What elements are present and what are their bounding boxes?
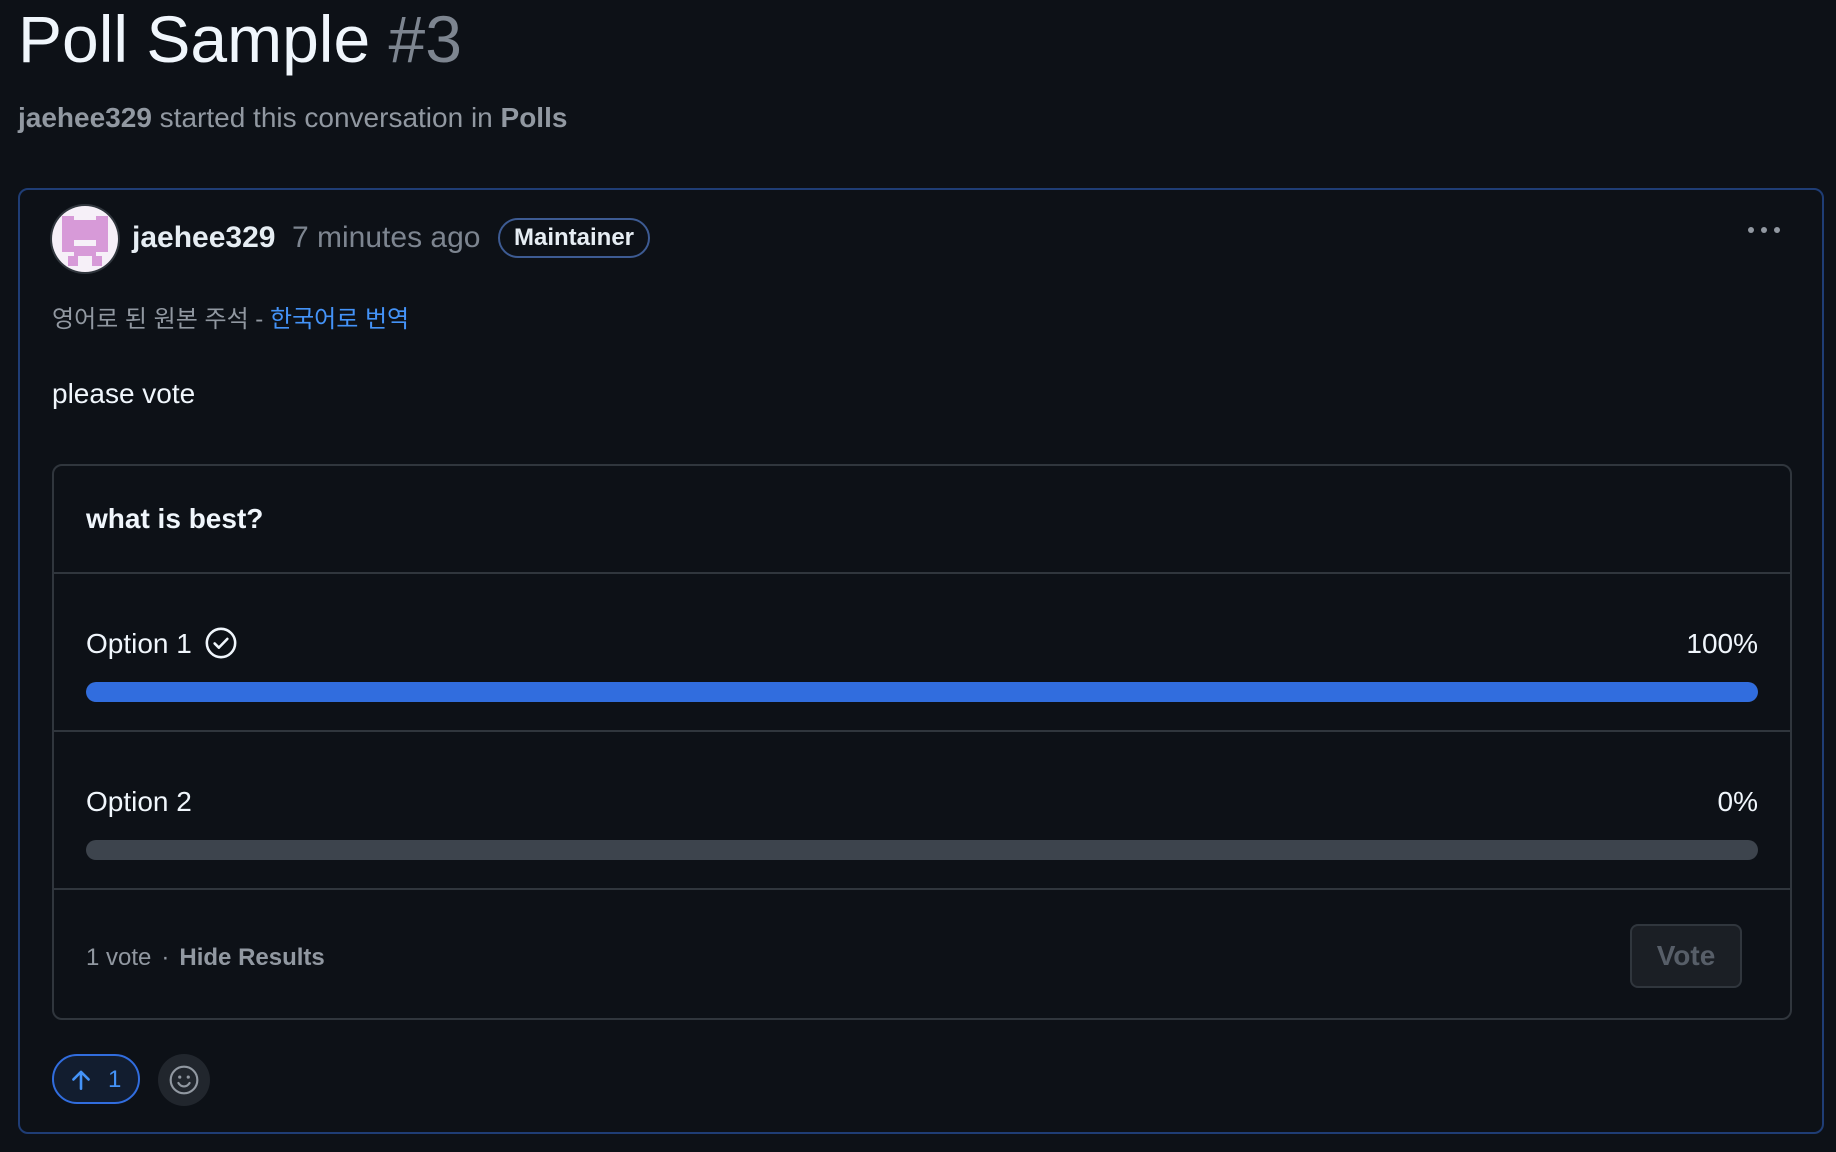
poll-option-1: Option 1 bbox=[86, 624, 238, 664]
translation-note-text: 영어로 된 원본 주석 - bbox=[52, 306, 264, 333]
maintainer-badge: Maintainer bbox=[498, 218, 651, 258]
translate-link[interactable]: 한국어로 번역 bbox=[270, 306, 409, 333]
divider bbox=[54, 888, 1790, 890]
comment-author[interactable]: jaehee329 bbox=[132, 220, 275, 256]
kebab-horizontal-icon[interactable] bbox=[1748, 224, 1784, 236]
comment-body: please vote bbox=[52, 378, 196, 409]
smiley-icon bbox=[169, 1065, 199, 1095]
poll-footer: 1 vote · Hide Results bbox=[86, 942, 325, 974]
vote-count: 1 vote bbox=[86, 944, 152, 971]
poll-question: what is best? bbox=[86, 503, 264, 534]
upvote-button[interactable]: 1 bbox=[52, 1054, 140, 1104]
poll-option-2-label: Option 2 bbox=[86, 786, 192, 817]
discussion-title: Poll Sample #3 bbox=[18, 0, 462, 78]
divider bbox=[54, 730, 1790, 732]
category-link[interactable]: Polls bbox=[501, 102, 568, 133]
discussion-number: #3 bbox=[388, 2, 462, 76]
starter-link[interactable]: jaehee329 bbox=[18, 102, 152, 133]
separator-dot: · bbox=[161, 944, 170, 971]
arrow-up-icon bbox=[72, 1070, 90, 1090]
discussion-title-text: Poll Sample bbox=[18, 2, 371, 76]
add-reaction-button[interactable] bbox=[158, 1054, 210, 1106]
discussion-subtitle: jaehee329 started this conversation in P… bbox=[18, 98, 567, 138]
poll-option-1-percent: 100% bbox=[1686, 628, 1758, 659]
translation-note: 영어로 된 원본 주석 - 한국어로 번역 bbox=[52, 304, 409, 336]
poll: what is best? Option 1 100% Option 2 0% … bbox=[52, 464, 1792, 1020]
discussion-page: Poll Sample #3 jaehee329 started this co… bbox=[0, 0, 1836, 1152]
check-circle-icon bbox=[205, 627, 237, 659]
poll-option-1-label: Option 1 bbox=[86, 628, 192, 659]
poll-option-1-bar-fill bbox=[86, 682, 1758, 702]
comment-timestamp[interactable]: 7 minutes ago bbox=[292, 220, 480, 256]
poll-option-2-bar bbox=[86, 840, 1758, 860]
started-text: started this conversation in bbox=[159, 102, 493, 133]
avatar[interactable] bbox=[52, 206, 118, 272]
vote-button[interactable]: Vote bbox=[1630, 924, 1742, 988]
upvote-count: 1 bbox=[108, 1066, 122, 1093]
discussion-comment: jaehee329 7 minutes ago Maintainer 영어로 된… bbox=[18, 188, 1824, 1134]
divider bbox=[54, 572, 1790, 574]
poll-option-2: Option 2 bbox=[86, 782, 192, 822]
hide-results-button[interactable]: Hide Results bbox=[179, 944, 324, 971]
poll-option-1-bar bbox=[86, 682, 1758, 702]
poll-option-2-percent: 0% bbox=[1717, 786, 1758, 817]
